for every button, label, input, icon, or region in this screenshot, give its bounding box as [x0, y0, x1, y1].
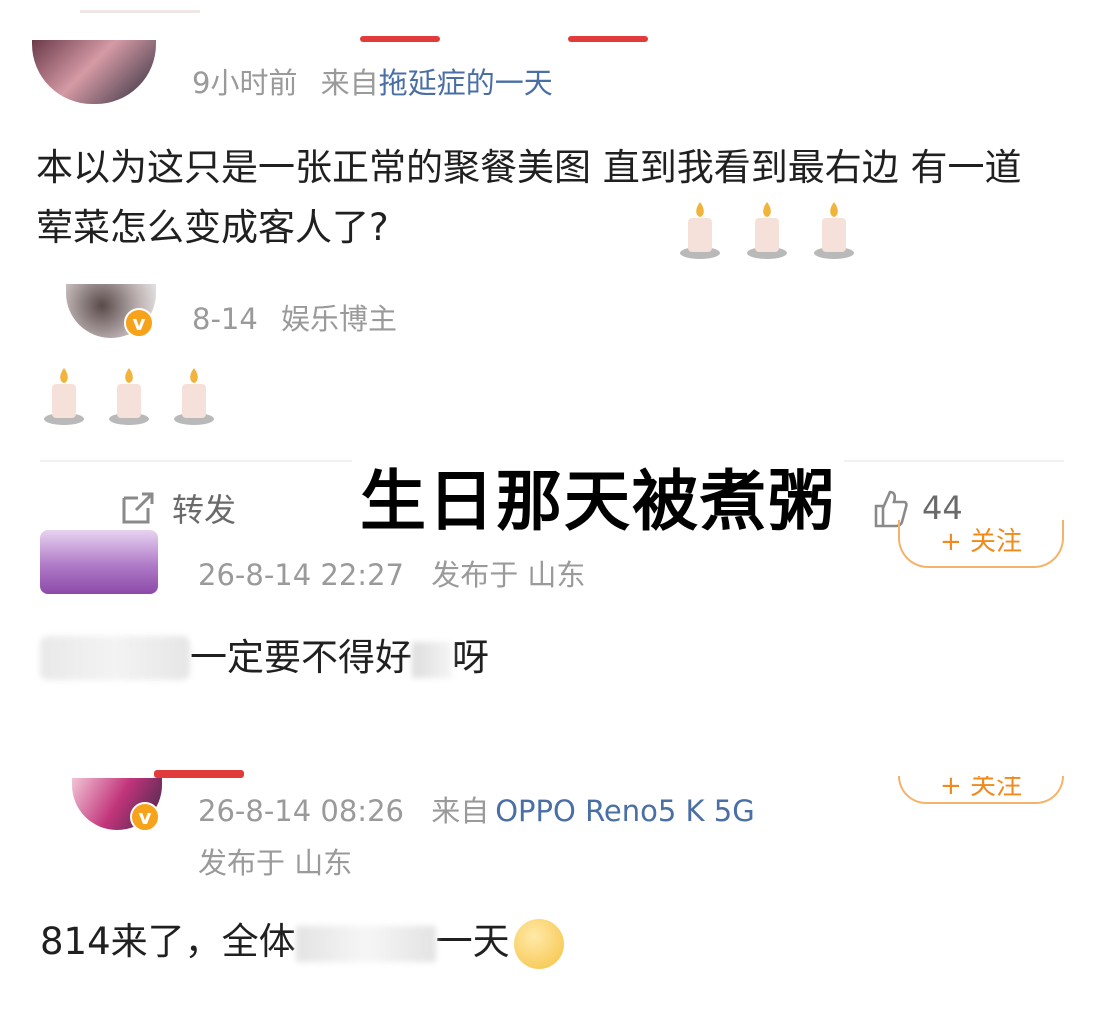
comment-text-end: 一天 — [435, 920, 510, 963]
comment-location: 发布于 山东 — [431, 558, 586, 592]
comment-time: 8-14 — [192, 302, 258, 336]
candle-icon — [174, 368, 215, 425]
source-link[interactable]: OPPO Reno5 K 5G — [495, 794, 755, 828]
top-red-tag — [154, 770, 244, 778]
comment-location: 发布于 山东 — [198, 846, 353, 880]
follow-button[interactable]: + 关注 — [898, 776, 1064, 804]
user-role: 娱乐博主 — [281, 302, 398, 336]
comment-time: 9小时前 — [192, 66, 298, 100]
candle-emoji-group — [676, 200, 858, 260]
comment-text: 一定要不得好呀 — [190, 628, 489, 688]
candle-icon — [109, 368, 150, 425]
candle-icon — [747, 202, 788, 259]
verified-badge-icon: v — [130, 802, 160, 832]
comment-text-visible: 一定要不得好 — [190, 636, 412, 679]
avatar[interactable] — [40, 530, 158, 594]
comment-meta: 26-8-14 08:26 来自 OPPO Reno5 K 5G — [198, 788, 755, 830]
comment-text-tail: 呀 — [452, 636, 489, 679]
candle-icon — [680, 202, 720, 259]
top-red-tag — [360, 36, 440, 42]
comment-time: 26-8-14 08:26 — [198, 794, 404, 828]
candle-icon — [814, 202, 855, 259]
follow-button[interactable]: + 关注 — [898, 520, 1064, 568]
comment-time: 26-8-14 22:27 — [198, 558, 404, 592]
source-prefix: 来自 — [320, 66, 379, 100]
repost-button[interactable]: 转发 — [118, 486, 236, 530]
overlay-caption: 生日那天被煮粥 — [352, 448, 844, 544]
comment-meta: 9小时前 来自拖延症的一天 — [192, 60, 553, 102]
repost-label: 转发 — [172, 491, 237, 529]
comment-meta: 8-14 娱乐博主 — [192, 296, 397, 338]
comment-meta: 26-8-14 22:27 发布于 山东 — [198, 552, 585, 594]
repost-icon — [122, 492, 154, 524]
comment-text: 本以为这只是一张正常的聚餐美图 直到我看到最右边 有一道荤菜怎么变成客人了? — [36, 138, 1036, 258]
source-prefix: 来自 — [431, 794, 490, 828]
top-divider — [80, 10, 200, 13]
comment-text-content: 本以为这只是一张正常的聚餐美图 直到我看到最右边 有一道荤菜怎么变成客人了? — [36, 146, 1022, 249]
candle-emoji-group — [40, 366, 218, 426]
comment-text-start: 814来了，全体 — [40, 920, 296, 963]
redacted-text — [295, 925, 436, 962]
redacted-text — [40, 636, 190, 680]
avatar[interactable] — [32, 40, 156, 104]
praying-emoji-icon — [513, 918, 564, 969]
redacted-text — [412, 641, 452, 678]
verified-badge-icon: v — [124, 308, 154, 338]
comment-text: 814来了，全体 一天 — [40, 912, 564, 972]
candle-icon — [44, 368, 84, 425]
top-red-tag — [568, 36, 648, 42]
source-link[interactable]: 拖延症的一天 — [379, 66, 553, 100]
